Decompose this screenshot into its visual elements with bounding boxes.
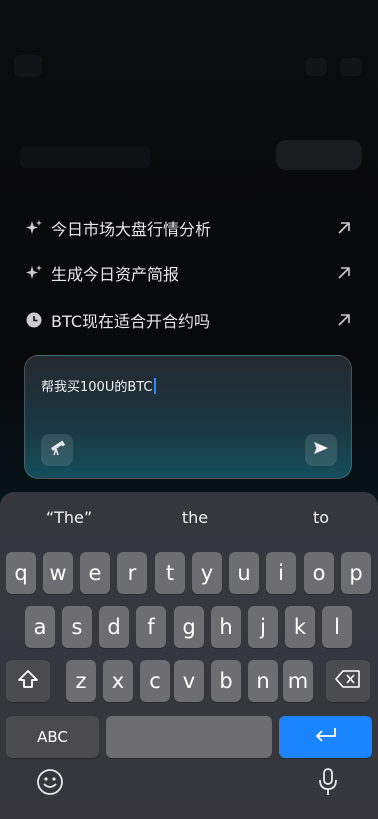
key-c[interactable]: c [140, 660, 170, 702]
key-a[interactable]: a [25, 606, 55, 648]
suggestion-label: 生成今日资产简报 [51, 265, 180, 284]
key-b[interactable]: b [211, 660, 241, 702]
telescope-button[interactable] [41, 434, 73, 466]
key-y[interactable]: y [192, 552, 222, 594]
chat-composer: 帮我买100U的BTC [24, 355, 352, 479]
prediction-1[interactable]: “The” [6, 508, 132, 527]
return-key[interactable] [279, 716, 372, 758]
send-icon [313, 440, 329, 460]
abc-key[interactable]: ABC [6, 716, 99, 758]
message-input[interactable]: 帮我买100U的BTC [41, 376, 156, 395]
key-t[interactable]: t [155, 552, 185, 594]
key-u[interactable]: u [229, 552, 259, 594]
sparkle-icon [24, 218, 44, 238]
arrow-up-right-icon [334, 218, 354, 238]
backspace-icon [335, 669, 361, 693]
suggestion-label: 今日市场大盘行情分析 [51, 220, 212, 239]
telescope-icon [48, 439, 66, 461]
shift-key[interactable] [6, 660, 50, 702]
key-q[interactable]: q [6, 552, 36, 594]
key-p[interactable]: p [341, 552, 371, 594]
arrow-up-right-icon [334, 263, 354, 283]
microphone-icon [317, 767, 339, 801]
ios-keyboard: “The” the to q w e r t y u i o p a s d f… [0, 492, 378, 819]
blurred-icon [305, 58, 327, 76]
key-n[interactable]: n [248, 660, 278, 702]
return-icon [314, 725, 338, 749]
blurred-button [276, 140, 362, 170]
backspace-key[interactable] [326, 660, 370, 702]
key-v[interactable]: v [174, 660, 204, 702]
key-m[interactable]: m [283, 660, 313, 702]
blurred-header [0, 0, 378, 200]
clock-icon [24, 310, 44, 330]
key-l[interactable]: l [322, 606, 352, 648]
key-e[interactable]: e [80, 552, 110, 594]
key-o[interactable]: o [304, 552, 334, 594]
key-k[interactable]: k [285, 606, 315, 648]
prediction-3[interactable]: to [258, 508, 378, 527]
key-h[interactable]: h [211, 606, 241, 648]
prediction-2[interactable]: the [132, 508, 258, 527]
key-f[interactable]: f [136, 606, 166, 648]
dictation-button[interactable] [312, 768, 344, 800]
key-s[interactable]: s [62, 606, 92, 648]
shift-icon [17, 669, 39, 694]
emoji-icon [36, 768, 64, 800]
suggestion-label: BTC现在适合开合约吗 [51, 312, 210, 331]
key-j[interactable]: j [248, 606, 278, 648]
key-i[interactable]: i [266, 552, 296, 594]
key-w[interactable]: w [43, 552, 73, 594]
send-button[interactable] [305, 434, 337, 466]
blurred-menu-icon [14, 55, 42, 77]
key-d[interactable]: d [99, 606, 129, 648]
key-r[interactable]: r [117, 552, 147, 594]
blurred-title [20, 146, 150, 168]
arrow-up-right-icon [334, 310, 354, 330]
blurred-icon [340, 58, 362, 76]
suggestion-item-market-analysis[interactable]: 今日市场大盘行情分析 [24, 213, 354, 243]
space-key[interactable] [106, 716, 272, 758]
key-g[interactable]: g [174, 606, 204, 648]
key-x[interactable]: x [103, 660, 133, 702]
message-input-text: 帮我买100U的BTC [41, 380, 153, 395]
suggestion-item-asset-brief[interactable]: 生成今日资产简报 [24, 258, 354, 288]
emoji-button[interactable] [34, 768, 66, 800]
text-caret [153, 377, 156, 394]
suggestion-item-btc-contract[interactable]: BTC现在适合开合约吗 [24, 305, 354, 335]
key-z[interactable]: z [66, 660, 96, 702]
sparkle-icon [24, 263, 44, 283]
